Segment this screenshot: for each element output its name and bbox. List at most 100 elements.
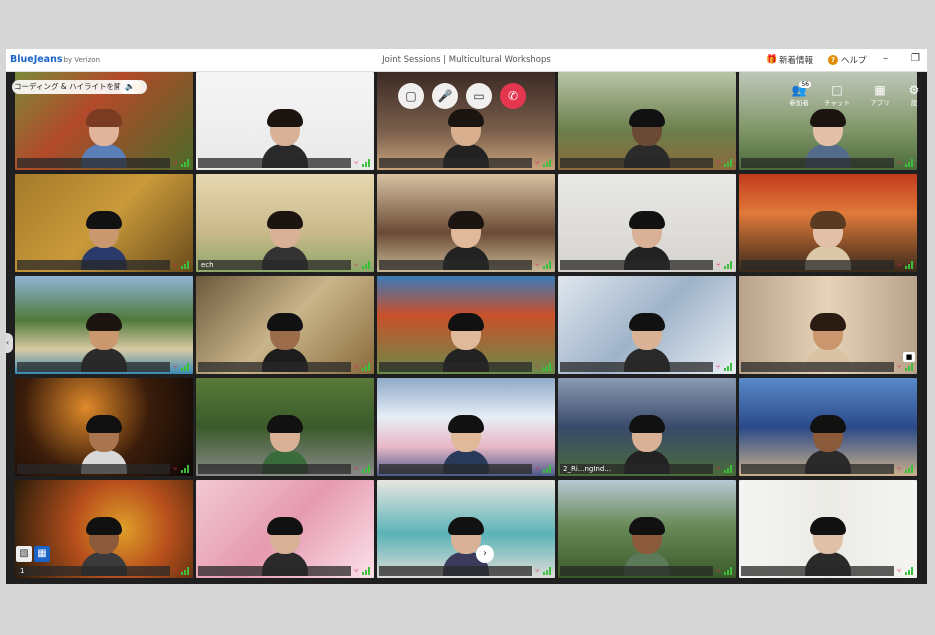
participant-video	[805, 109, 851, 168]
participant-video	[443, 211, 489, 270]
participants-button[interactable]: 👥 56 参加者	[785, 81, 813, 107]
participant-tile[interactable]: ⑂	[196, 378, 374, 476]
settings-button[interactable]: ⚙ 設	[904, 83, 924, 107]
participant-tile[interactable]: 2_Ri...ngInd... ⑂	[558, 378, 736, 476]
participant-name	[198, 362, 351, 372]
signal-strength-icon	[181, 465, 190, 473]
help-button[interactable]: ? ヘルプ	[828, 54, 867, 66]
participant-name	[741, 260, 894, 270]
monitor-icon: ▭	[473, 89, 485, 103]
participant-tile[interactable]: ⑂	[15, 174, 193, 272]
participant-name	[560, 260, 713, 270]
screen-share-button[interactable]: ▭	[466, 83, 492, 109]
participant-tile[interactable]: ⑂	[377, 480, 555, 578]
mic-muted-icon: ⑂	[716, 261, 721, 269]
mic-muted-icon: ⑂	[354, 363, 359, 371]
apps-grid-icon: ▦	[874, 83, 886, 97]
help-label: ヘルプ	[841, 56, 867, 66]
participant-tile[interactable]: ⑂	[377, 276, 555, 374]
participant-name	[560, 566, 713, 576]
participant-name	[379, 260, 532, 270]
signal-strength-icon	[724, 363, 733, 371]
gallery-view-button[interactable]: ▦	[34, 546, 50, 562]
participant-tile[interactable]: ⑂	[196, 72, 374, 170]
participant-name	[741, 464, 894, 474]
mic-muted-icon: ⑂	[173, 363, 178, 371]
participant-video	[81, 415, 127, 474]
signal-strength-icon	[362, 567, 371, 575]
participant-video	[805, 415, 851, 474]
mic-muted-icon: ⑂	[535, 465, 540, 473]
mic-muted-icon: ⑂	[354, 465, 359, 473]
participant-tile[interactable]: ⑂	[558, 174, 736, 272]
speaker-view-button[interactable]: ▧	[16, 546, 32, 562]
chat-bubble-icon[interactable]: ■	[903, 352, 915, 362]
participant-tile[interactable]: ⑂	[15, 378, 193, 476]
call-controls: ▢ 🎤 ▭ ✆	[398, 83, 526, 109]
camera-icon: ▢	[405, 89, 417, 103]
phone-hangup-icon: ✆	[507, 89, 519, 103]
microphone-button[interactable]: 🎤	[432, 83, 458, 109]
signal-strength-icon	[724, 465, 733, 473]
signal-strength-icon	[181, 567, 190, 575]
video-grid: ⑂ ⑂ ⑂ ⑂ ⑂ ⑂ ech ⑂ ⑂ ⑂ ⑂ ⑂ ⑂ ⑂ ⑂ ⑂ ⑂ ⑂ ⑂ 2_Ri...ngInd... ⑂ ⑂ 1 ⑂…	[15, 72, 919, 582]
participant-video	[443, 313, 489, 372]
participant-video	[624, 517, 670, 576]
signal-strength-icon	[905, 261, 914, 269]
mic-muted-icon: ⑂	[173, 567, 178, 575]
next-page-button[interactable]: ›	[476, 545, 494, 563]
signal-strength-icon	[905, 567, 914, 575]
participant-tile[interactable]: ⑂	[15, 276, 193, 374]
chat-icon: □	[831, 83, 843, 97]
mic-muted-icon: ⑂	[354, 159, 359, 167]
apps-label: アプリ	[870, 99, 890, 107]
mic-muted-icon: ⑂	[716, 465, 721, 473]
participant-tile[interactable]: ⑂	[739, 378, 917, 476]
signal-strength-icon	[905, 159, 914, 167]
side-panel-toggle[interactable]: ‹	[6, 333, 13, 353]
restore-button[interactable]: ❐	[911, 53, 920, 64]
signal-strength-icon	[543, 363, 552, 371]
participant-tile[interactable]: ⑂	[739, 480, 917, 578]
signal-strength-icon	[362, 465, 371, 473]
participant-video	[624, 313, 670, 372]
apps-button[interactable]: ▦ アプリ	[866, 83, 894, 107]
highlight-icon[interactable]: 🔈	[119, 80, 141, 94]
chat-button[interactable]: □ チャット	[823, 83, 851, 107]
signal-strength-icon	[362, 261, 371, 269]
participant-tile[interactable]: ⑂	[196, 276, 374, 374]
participant-name	[741, 566, 894, 576]
whats-new-button[interactable]: 🎁 新着情報	[766, 54, 813, 66]
participant-name	[17, 260, 170, 270]
signal-strength-icon	[905, 465, 914, 473]
participant-name	[17, 362, 170, 372]
participant-tile[interactable]: ⑂	[558, 480, 736, 578]
layout-toggle: ▧ ▦	[16, 546, 50, 562]
title-bar: BlueJeansby Verizon Joint Sessions | Mul…	[6, 49, 927, 72]
signal-strength-icon	[724, 159, 733, 167]
signal-strength-icon	[724, 567, 733, 575]
participants-label: 参加者	[789, 99, 809, 107]
participant-video	[262, 109, 308, 168]
participant-tile[interactable]: ⑂	[196, 480, 374, 578]
signal-strength-icon	[905, 363, 914, 371]
camera-button[interactable]: ▢	[398, 83, 424, 109]
participant-name	[560, 362, 713, 372]
participant-tile[interactable]: ⑂	[739, 174, 917, 272]
participant-tile[interactable]: ⑂	[377, 378, 555, 476]
minimize-button[interactable]: –	[883, 53, 888, 64]
microphone-icon: 🎤	[437, 89, 453, 103]
participant-tile[interactable]: ⑂	[739, 276, 917, 374]
participant-tile[interactable]: ⑂	[377, 174, 555, 272]
participant-name	[560, 158, 713, 168]
participant-tile[interactable]: ech ⑂	[196, 174, 374, 272]
participant-tile[interactable]: 1 ⑂	[15, 480, 193, 578]
mic-muted-icon: ⑂	[354, 567, 359, 575]
participant-tile[interactable]: ⑂	[558, 72, 736, 170]
end-call-button[interactable]: ✆	[500, 83, 526, 109]
mic-muted-icon: ⑂	[173, 465, 178, 473]
mic-muted-icon: ⑂	[535, 567, 540, 575]
participant-video	[81, 211, 127, 270]
participant-tile[interactable]: ⑂	[558, 276, 736, 374]
settings-label: 設	[910, 99, 918, 107]
